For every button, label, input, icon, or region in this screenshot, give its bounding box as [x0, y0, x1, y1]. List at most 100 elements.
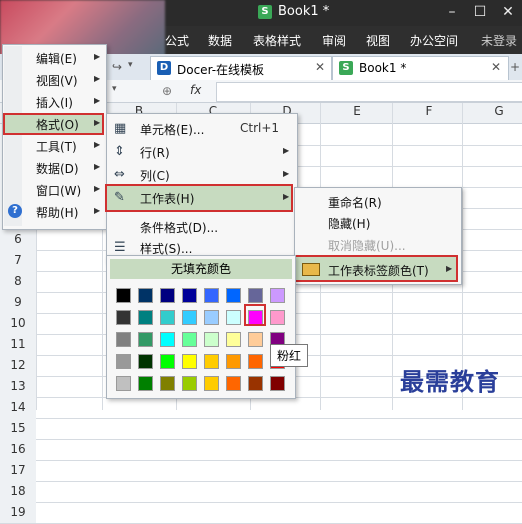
column-header-g[interactable]: G: [462, 104, 522, 118]
color-swatch[interactable]: [248, 288, 263, 303]
menu-item-3[interactable]: 格式(O): [36, 116, 79, 133]
menu-item-4[interactable]: 工具(T): [36, 138, 77, 155]
column-header-f[interactable]: F: [392, 104, 466, 118]
fx-icon[interactable]: fx: [190, 83, 201, 97]
color-swatch[interactable]: [182, 376, 197, 391]
color-swatch[interactable]: [138, 332, 153, 347]
color-swatch[interactable]: [116, 332, 131, 347]
color-swatch[interactable]: [226, 354, 241, 369]
tab-data[interactable]: 数据: [208, 32, 232, 49]
color-swatch[interactable]: [182, 332, 197, 347]
color-swatch[interactable]: [248, 376, 263, 391]
color-swatch[interactable]: [226, 310, 241, 325]
close-window-button[interactable]: ✕: [494, 0, 522, 24]
tab-view[interactable]: 视图: [366, 32, 390, 49]
spreadsheet-app-icon: S: [258, 5, 272, 19]
no-fill-button[interactable]: 无填充颜色: [110, 259, 292, 279]
color-swatch[interactable]: [204, 332, 219, 347]
color-swatch[interactable]: [270, 288, 285, 303]
redo-arrow-icon[interactable]: ↪: [112, 60, 122, 74]
color-swatch[interactable]: [204, 376, 219, 391]
menu-item-0[interactable]: 编辑(E): [36, 50, 77, 67]
chevron-down-icon[interactable]: ▾: [128, 60, 133, 70]
tab-office-space[interactable]: 办公空间: [410, 32, 458, 49]
row-header-10[interactable]: 10: [0, 313, 36, 335]
row-header-12[interactable]: 12: [0, 355, 36, 377]
format-menu-item-2[interactable]: 列(C): [140, 167, 170, 184]
color-swatch[interactable]: [116, 288, 131, 303]
color-swatch[interactable]: [160, 354, 175, 369]
sheet-menu-item-0[interactable]: 重命名(R): [328, 194, 382, 211]
sheet-menu-item-3[interactable]: 工作表标签颜色(T): [328, 262, 429, 279]
row-header-17[interactable]: 17: [0, 460, 36, 482]
submenu-arrow-icon: ▶: [94, 184, 101, 193]
color-swatch[interactable]: [226, 332, 241, 347]
color-swatch[interactable]: [204, 310, 219, 325]
name-box-dropdown-icon[interactable]: ▾: [112, 84, 117, 94]
color-swatch[interactable]: [160, 310, 175, 325]
format-menu-item-0[interactable]: 单元格(E)...: [140, 121, 204, 138]
tab-table-style[interactable]: 表格样式: [253, 32, 301, 49]
close-icon[interactable]: ✕: [491, 60, 501, 74]
tab-formulas[interactable]: 公式: [165, 32, 189, 49]
color-swatch[interactable]: [182, 310, 197, 325]
tab-book1[interactable]: S Book1 * ✕: [332, 56, 509, 81]
color-swatch[interactable]: [116, 376, 131, 391]
row-header-6[interactable]: 6: [0, 229, 36, 251]
menu-item-7[interactable]: 帮助(H): [36, 204, 78, 221]
row-header-16[interactable]: 16: [0, 439, 36, 461]
row-header-7[interactable]: 7: [0, 250, 36, 272]
color-swatch[interactable]: [226, 288, 241, 303]
format-menu-item-3[interactable]: 工作表(H): [140, 190, 194, 207]
row-header-18[interactable]: 18: [0, 481, 36, 503]
tab-docer[interactable]: D Docer-在线模板 ✕: [150, 56, 332, 81]
color-swatch[interactable]: [248, 332, 263, 347]
close-icon[interactable]: ✕: [315, 60, 325, 74]
color-swatch[interactable]: [226, 376, 241, 391]
row-header-11[interactable]: 11: [0, 334, 36, 356]
color-swatch[interactable]: [138, 288, 153, 303]
tab-color-icon: [302, 263, 320, 276]
row-header-15[interactable]: 15: [0, 418, 36, 440]
row-header-13[interactable]: 13: [0, 376, 36, 398]
style-icon: ☰: [114, 240, 126, 255]
column-header-e[interactable]: E: [320, 104, 394, 118]
submenu-arrow-icon: ▶: [446, 264, 453, 273]
color-swatch[interactable]: [248, 354, 263, 369]
color-swatch[interactable]: [116, 310, 131, 325]
row-header-9[interactable]: 9: [0, 292, 36, 314]
sheet-menu-item-1[interactable]: 隐藏(H): [328, 215, 370, 232]
row-header-19[interactable]: 19: [0, 502, 36, 524]
color-swatch[interactable]: [270, 310, 285, 325]
color-swatch[interactable]: [270, 376, 285, 391]
color-swatch[interactable]: [116, 354, 131, 369]
color-swatch[interactable]: [182, 288, 197, 303]
color-swatch[interactable]: [138, 310, 153, 325]
menu-item-6[interactable]: 窗口(W): [36, 182, 81, 199]
format-menu-item-1[interactable]: 行(R): [140, 144, 170, 161]
help-icon: ?: [8, 204, 22, 218]
submenu-arrow-icon: ▶: [94, 140, 101, 149]
format-menu-item-4[interactable]: 条件格式(D)...: [140, 219, 218, 236]
menu-item-1[interactable]: 视图(V): [36, 72, 78, 89]
color-swatch[interactable]: [160, 376, 175, 391]
minimize-button[interactable]: –: [438, 0, 466, 24]
color-swatch[interactable]: [138, 354, 153, 369]
login-status[interactable]: 未登录: [481, 32, 517, 49]
formula-input[interactable]: [216, 82, 522, 102]
menu-item-5[interactable]: 数据(D): [36, 160, 79, 177]
color-swatch[interactable]: [182, 354, 197, 369]
row-header-8[interactable]: 8: [0, 271, 36, 293]
tab-label: Docer-在线模板: [177, 63, 265, 77]
maximize-button[interactable]: ☐: [466, 0, 494, 24]
new-tab-icon[interactable]: +: [510, 60, 520, 74]
color-swatch[interactable]: [160, 332, 175, 347]
color-swatch[interactable]: [160, 288, 175, 303]
color-swatch[interactable]: [138, 376, 153, 391]
zoom-icon[interactable]: ⊕: [162, 84, 172, 98]
row-header-14[interactable]: 14: [0, 397, 36, 419]
color-swatch[interactable]: [204, 354, 219, 369]
menu-item-2[interactable]: 插入(I): [36, 94, 73, 111]
color-swatch[interactable]: [204, 288, 219, 303]
tab-review[interactable]: 审阅: [322, 32, 346, 49]
